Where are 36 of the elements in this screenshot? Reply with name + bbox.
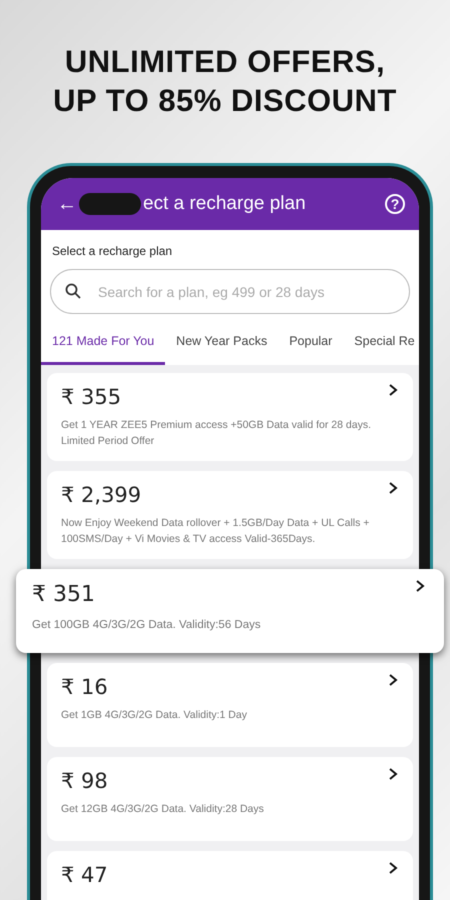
chevron-right-icon [387,383,399,397]
plan-description: Now Enjoy Weekend Data rollover + 1.5GB/Day Data + UL Calls + 100SMS/Day + Vi Movies & TV access Valid-365Days. [61,516,370,547]
chevron-right-icon [387,767,399,781]
plan-price: ₹ 98 [61,768,108,795]
tab[interactable]: Special Re [343,334,419,365]
chevron-right-icon [387,481,399,495]
camera-cutout [79,193,141,215]
plan-card[interactable]: ₹ 351 Get 100GB 4G/3G/2G Data. Validity:56 Days [16,569,444,653]
plan-price: ₹ 16 [61,674,108,701]
screen-title: ect a recharge plan [143,193,307,215]
plan-card[interactable]: ₹ 355 Get 1 YEAR ZEE5 Premium access +50GB Data valid for 28 days. Limited Period Offer [47,373,413,461]
plan-card[interactable]: ₹ 2,399 Now Enjoy Weekend Data rollover + 1.5GB/Day Data + UL Calls + 100SMS/Day + Vi Movies & TV access Valid-365Days. [47,471,413,559]
back-arrow[interactable]: ← [57,194,77,214]
plan-description: Get 1GB 4G/3G/2G Data. Validity:1 Day [61,708,248,723]
plan-price: ₹ 355 [61,384,122,411]
chevron-right-icon [387,861,399,875]
plan-price: ₹ 351 [32,581,95,609]
plan-price: ₹ 47 [61,862,108,889]
plan-description: Get 12GB 4G/3G/2G Data. Validity:28 Days [61,802,265,817]
section-label: Select a recharge plan [52,244,172,258]
tab[interactable]: New Year Packs [165,334,278,365]
chevron-right-icon [414,579,426,593]
help-button[interactable]: ? [385,194,405,214]
search-icon [65,283,81,299]
search-field[interactable]: Search for a plan, eg 499 or 28 days [50,269,410,314]
tab[interactable]: 121 Made For You [41,334,166,365]
headline-text: UP TO 85% DISCOUNT [53,82,397,120]
tab[interactable]: Popular [278,334,344,365]
chevron-right-icon [387,673,399,687]
headline-text: UNLIMITED OFFERS, [64,43,386,81]
plan-price: ₹ 2,399 [61,482,142,509]
plan-description: Get 100GB 4G/3G/2G Data. Validity:56 Days [32,618,262,633]
plan-card[interactable]: ₹ 16 Get 1GB 4G/3G/2G Data. Validity:1 Day [47,663,413,747]
plan-card[interactable]: ₹ 47 [47,851,413,900]
plan-card[interactable]: ₹ 98 Get 12GB 4G/3G/2G Data. Validity:28 Days [47,757,413,841]
plan-description: Get 1 YEAR ZEE5 Premium access +50GB Data valid for 28 days. Limited Period Offer [61,418,372,449]
